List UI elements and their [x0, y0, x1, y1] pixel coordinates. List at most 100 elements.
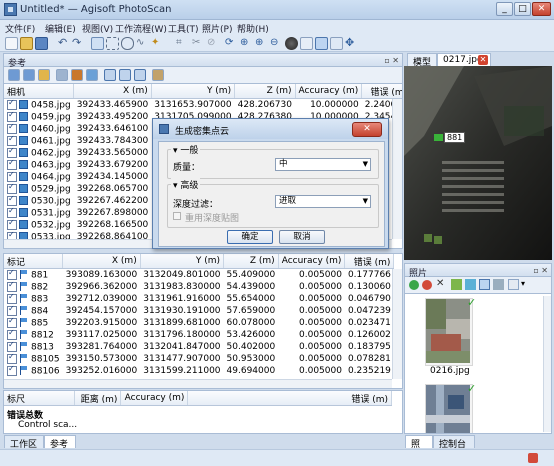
undo-icon[interactable]: ↶	[58, 37, 71, 50]
view-mode-icon[interactable]	[479, 279, 490, 290]
filter-marker-icon[interactable]	[465, 279, 476, 290]
table-icon[interactable]	[56, 69, 68, 81]
import-icon[interactable]	[8, 69, 20, 81]
row-checkbox[interactable]	[7, 328, 17, 340]
menu-workflow[interactable]: 工作流程(W)	[115, 22, 167, 35]
new-document-icon[interactable]	[5, 37, 18, 50]
tab-photo-0217[interactable]: 0217.jpg ✕	[437, 53, 491, 66]
row-checkbox[interactable]	[7, 316, 17, 328]
row-checkbox[interactable]	[7, 98, 17, 110]
magic-wand-icon[interactable]: ✦	[151, 37, 164, 50]
move-icon[interactable]: ✥	[345, 37, 358, 50]
row-checkbox[interactable]	[7, 122, 17, 134]
menu-view[interactable]: 视图(V)	[82, 22, 113, 35]
photos-scrollbar[interactable]	[543, 296, 551, 432]
col-marker[interactable]: 标记	[4, 254, 64, 269]
view-estimated-icon[interactable]	[119, 69, 131, 81]
table-row[interactable]: 0458.jpg 392433.465900 3131653.907000 428.2…	[4, 98, 402, 112]
table-row[interactable]: 881 393089.163000 3132049.801000 55.409000 0…	[4, 268, 394, 282]
thumbnail-size-icon[interactable]	[508, 279, 519, 290]
photo-thumbnail-next[interactable]	[425, 384, 473, 433]
shading-icon[interactable]	[285, 37, 298, 50]
row-checkbox[interactable]	[7, 110, 17, 122]
row-checkbox[interactable]	[7, 206, 17, 218]
reuse-depth-checkbox[interactable]	[173, 212, 181, 220]
folder-icon[interactable]	[38, 69, 50, 81]
minimize-button[interactable]: _	[496, 2, 513, 16]
menu-tools[interactable]: 工具(T)	[168, 22, 199, 35]
close-tab-icon[interactable]: ✕	[478, 55, 488, 65]
navigation-icon[interactable]	[91, 37, 104, 50]
menu-help[interactable]: 帮助(H)	[237, 22, 269, 35]
table-row[interactable]: 8812 393117.025000 3131796.180000 53.426000…	[4, 328, 394, 341]
col-z[interactable]: Z (m)	[223, 254, 279, 269]
table-row[interactable]: 884 392454.157000 3131930.191000 57.659000 0…	[4, 304, 394, 317]
optimize-icon[interactable]	[71, 69, 83, 81]
marker-flag-icon[interactable]	[434, 134, 443, 141]
markers-vertical-scrollbar[interactable]	[392, 269, 402, 379]
update-icon[interactable]	[86, 69, 98, 81]
row-checkbox[interactable]	[7, 292, 17, 304]
view-errors-icon[interactable]	[134, 69, 146, 81]
row-checkbox[interactable]	[7, 352, 17, 364]
circle-select-icon[interactable]	[121, 37, 134, 50]
view-source-icon[interactable]	[104, 69, 116, 81]
dialog-close-button[interactable]: ✕	[352, 122, 382, 137]
col-camera[interactable]: 相机	[4, 84, 75, 99]
col-error[interactable]: 错误 (m)	[361, 84, 402, 99]
chevron-down-icon[interactable]: ▾	[521, 279, 525, 288]
points-icon[interactable]	[300, 37, 313, 50]
dense-cloud-icon[interactable]	[315, 37, 328, 50]
cancel-button[interactable]: 取消	[279, 230, 325, 244]
row-checkbox[interactable]	[7, 170, 17, 182]
row-checkbox[interactable]	[7, 304, 17, 316]
col-distance[interactable]: 距离 (m)	[74, 391, 122, 406]
redo-icon[interactable]: ↷	[72, 37, 85, 50]
table-row[interactable]: 88105 393150.573000 3131477.907000 50.95300…	[4, 352, 394, 365]
save-icon[interactable]	[35, 37, 48, 50]
col-scalebar[interactable]: 标尺	[4, 391, 75, 406]
row-checkbox[interactable]	[7, 280, 17, 292]
photo-view[interactable]: 881	[404, 66, 552, 260]
panel-float-close-icons[interactable]: ▫ ✕	[384, 56, 399, 65]
row-checkbox[interactable]	[7, 364, 17, 376]
menu-file[interactable]: 文件(F)	[5, 22, 35, 35]
tab-console[interactable]: 控制台	[433, 435, 475, 450]
disable-icon[interactable]	[422, 280, 432, 290]
cameras-vertical-scrollbar[interactable]	[392, 99, 402, 239]
filter-icon[interactable]	[451, 279, 462, 290]
zoom-in-icon[interactable]: ⊕	[255, 37, 268, 50]
col-accuracy[interactable]: Accuracy (m)	[278, 254, 346, 269]
tab-photos[interactable]: 照片	[405, 435, 433, 463]
zoom-fit-icon[interactable]: ⊕	[240, 37, 253, 50]
table-row[interactable]: 883 392712.039000 3131961.916000 55.654000 0…	[4, 292, 394, 305]
rect-select-icon[interactable]	[106, 37, 119, 50]
tab-workspace[interactable]: 工作区	[4, 435, 44, 450]
col-x[interactable]: X (m)	[73, 84, 152, 99]
col-y[interactable]: Y (m)	[140, 254, 225, 269]
col-z[interactable]: Z (m)	[234, 84, 296, 99]
menu-photos[interactable]: 照片(P)	[202, 22, 232, 35]
col-y[interactable]: Y (m)	[151, 84, 236, 99]
table-row[interactable]: 882 392966.362000 3131983.830000 54.439000 0…	[4, 280, 394, 293]
free-select-icon[interactable]: ∿	[136, 37, 149, 50]
col-accuracy[interactable]: Accuracy (m)	[120, 391, 189, 406]
details-icon[interactable]	[493, 279, 504, 290]
ok-button[interactable]: 确定	[227, 230, 273, 244]
menu-edit[interactable]: 编辑(E)	[45, 22, 76, 35]
tab-reference[interactable]: 参考	[44, 435, 76, 450]
rotate-icon[interactable]: ⟳	[225, 37, 238, 50]
table-row[interactable]: 88106 393252.016000 3131599.211000 49.69400…	[4, 364, 394, 377]
row-checkbox[interactable]	[7, 194, 17, 206]
table-row[interactable]: 8813 393281.764000 3132041.847000 50.402000…	[4, 340, 394, 353]
quality-select[interactable]: 中 ▼	[275, 158, 371, 171]
mesh-icon[interactable]	[330, 37, 343, 50]
col-error[interactable]: 错误 (m)	[187, 391, 392, 406]
row-checkbox[interactable]	[7, 218, 17, 230]
remove-icon[interactable]: ✕	[436, 278, 444, 289]
settings-icon[interactable]	[152, 69, 164, 81]
table-row[interactable]: 885 392203.915000 3131899.681000 60.078000 0…	[4, 316, 394, 329]
photo-thumbnail-0216[interactable]	[425, 298, 473, 366]
tab-model[interactable]: 模型	[407, 53, 437, 68]
export-icon[interactable]	[23, 69, 35, 81]
